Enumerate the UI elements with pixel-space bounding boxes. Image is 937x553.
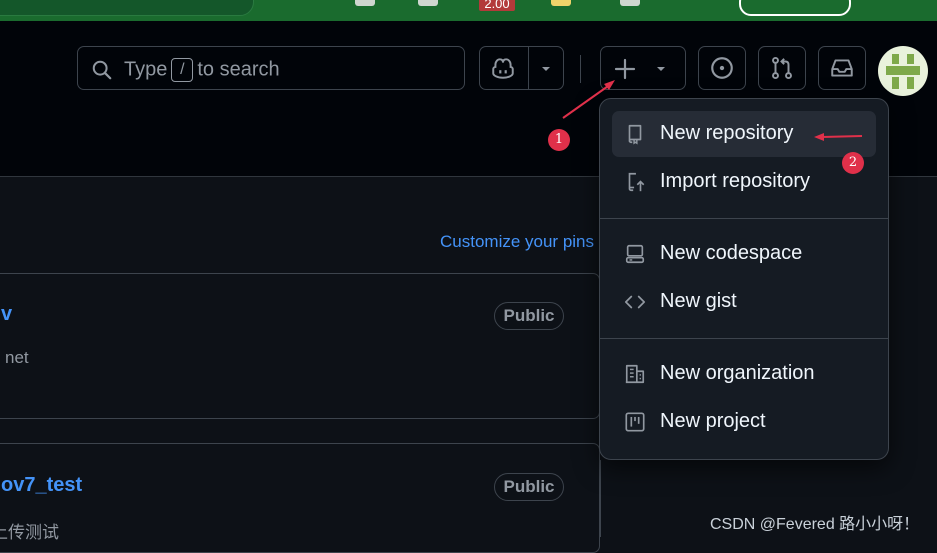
menu-item-label: Import repository	[660, 170, 811, 192]
copilot-icon	[492, 58, 514, 79]
menu-item-label: New codespace	[660, 242, 803, 264]
menu-item-import-repository[interactable]: Import repository	[612, 159, 876, 205]
git-pull-request-icon	[772, 56, 792, 80]
repo-name-link[interactable]: ov7_test	[1, 474, 82, 497]
pull-requests-button[interactable]	[758, 46, 806, 90]
header-divider	[580, 55, 581, 83]
extension-icon[interactable]	[551, 0, 571, 6]
menu-item-new-codespace[interactable]: New codespace	[612, 231, 876, 277]
annotation-marker-2: 2	[842, 152, 864, 174]
extension-icon[interactable]	[418, 0, 438, 6]
repo-description: 上传测试	[0, 523, 59, 542]
menu-item-label: New gist	[660, 290, 737, 312]
repo-icon	[628, 124, 642, 145]
code-icon	[624, 295, 646, 309]
browser-toolbar: 2.00	[0, 0, 937, 21]
chevron-down-icon[interactable]	[540, 63, 552, 75]
plus-icon	[614, 58, 636, 80]
codespaces-icon	[625, 244, 645, 264]
column-divider	[600, 460, 601, 537]
watermark-text: CSDN @Fevered 路小小呀！	[710, 516, 920, 533]
menu-item-label: New project	[660, 410, 766, 432]
menu-item-label: New repository	[660, 122, 794, 144]
identicon-icon	[886, 54, 920, 89]
issue-opened-icon	[711, 57, 733, 79]
issues-button[interactable]	[698, 46, 746, 90]
extension-badge[interactable]: 2.00	[479, 0, 515, 11]
slash-key-hint: /	[171, 58, 194, 82]
visibility-badge: Public	[494, 302, 564, 330]
inbox-icon	[831, 59, 853, 77]
repo-description: net	[5, 348, 29, 367]
menu-divider	[600, 338, 888, 339]
customize-pins-link[interactable]: Customize your pins	[440, 232, 594, 252]
create-new-button[interactable]	[600, 46, 686, 90]
menu-divider	[600, 218, 888, 219]
address-bar[interactable]	[0, 0, 254, 16]
profile-button[interactable]	[739, 0, 851, 16]
menu-item-new-organization[interactable]: New organization	[612, 351, 876, 397]
project-icon	[625, 412, 645, 432]
visibility-badge: Public	[494, 473, 564, 501]
menu-item-label: New organization	[660, 362, 815, 384]
annotation-marker-1: 1	[548, 129, 570, 151]
inbox-button[interactable]	[818, 46, 866, 90]
extension-icon[interactable]	[620, 0, 640, 6]
search-placeholder: Type / to search	[124, 58, 280, 82]
user-avatar[interactable]	[878, 46, 928, 96]
chevron-down-icon	[657, 67, 665, 71]
search-input[interactable]: Type / to search	[77, 46, 465, 90]
repo-name-link[interactable]: v	[1, 303, 12, 326]
create-new-menu: New repository Import repository New cod…	[599, 98, 889, 460]
extension-icon[interactable]	[355, 0, 375, 6]
organization-icon	[625, 364, 645, 384]
search-icon	[92, 60, 112, 80]
menu-item-new-project[interactable]: New project	[612, 399, 876, 445]
copilot-button[interactable]	[479, 46, 564, 90]
menu-item-new-repository[interactable]: New repository	[612, 111, 876, 157]
repo-push-icon	[628, 172, 645, 192]
menu-item-new-gist[interactable]: New gist	[612, 279, 876, 325]
pinned-repo-card: v net	[0, 273, 600, 419]
